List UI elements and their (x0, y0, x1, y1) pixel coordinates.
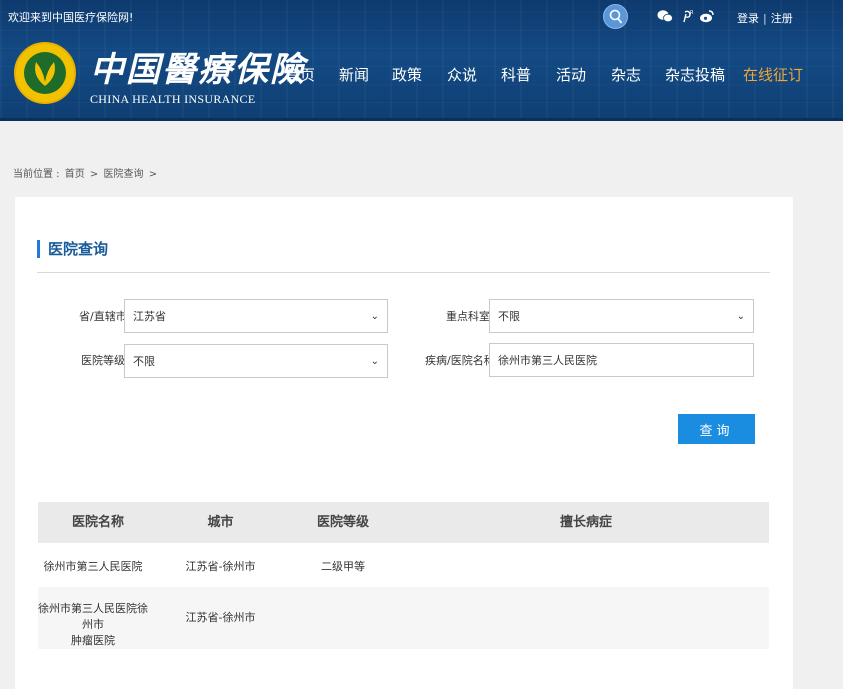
column-header-name: 医院名称 (71, 515, 124, 530)
weibo-icon[interactable] (699, 9, 715, 27)
breadcrumb-separator: > (148, 169, 158, 180)
table-row[interactable]: 徐州市第三人民医院 江苏省-徐州市 二级甲等 (38, 543, 769, 587)
nav-item-opinions[interactable]: 众说 (447, 64, 477, 85)
svg-text:R: R (690, 10, 694, 16)
login-link[interactable]: 登录 (737, 10, 759, 26)
province-select[interactable]: 江苏省 ⌄ (124, 299, 388, 333)
register-link[interactable]: 注册 (771, 10, 793, 26)
hospital-name-value: 徐州市第三人民医院 (498, 354, 597, 367)
title-divider (37, 272, 770, 273)
column-header-level: 医院等级 (316, 515, 369, 530)
nav-item-magazine[interactable]: 杂志 (611, 64, 641, 85)
wechat-icon[interactable] (657, 9, 673, 27)
page-title: 医院查询 (37, 240, 108, 258)
logo-subtitle: CHINA HEALTH INSURANCE (90, 92, 256, 106)
level-select[interactable]: 不限 ⌄ (124, 344, 388, 378)
breadcrumb-prefix: 当前位置 : (13, 169, 63, 180)
breadcrumb-separator: > (89, 169, 99, 180)
column-header-city: 城市 (207, 515, 234, 530)
cell-city: 江苏省-徐州市 (185, 611, 256, 624)
column-header-specialty: 擅长病症 (559, 515, 612, 530)
table-row[interactable]: 徐州市第三人民医院徐州市 肿瘤医院 江苏省-徐州市 (38, 587, 769, 649)
hospital-search-panel: 医院查询 省/直辖市 江苏省 ⌄ 重点科室 不限 ⌄ 医院等级 不限 ⌄ 疾病/… (15, 197, 793, 689)
chevron-down-icon: ⌄ (736, 310, 745, 322)
hospital-name-input[interactable]: 徐州市第三人民医院 (489, 343, 754, 377)
department-label: 重点科室 (446, 310, 490, 323)
nav-item-policy[interactable]: 政策 (392, 64, 422, 85)
nav-item-events[interactable]: 活动 (556, 64, 586, 85)
cell-hospital-name[interactable]: 徐州市第三人民医院徐州市 肿瘤医院 (38, 601, 148, 649)
province-value: 江苏省 (133, 310, 166, 323)
level-label: 医院等级 (81, 354, 125, 367)
nav-item-science[interactable]: 科普 (501, 64, 531, 85)
table-header: 医院名称 城市 医院等级 擅长病症 (38, 502, 769, 543)
auth-separator: | (763, 12, 767, 25)
main-nav: 首页 新闻 政策 众说 科普 活动 杂志 杂志投稿 在线征订 (0, 64, 843, 88)
query-button[interactable]: 查询 (678, 414, 755, 444)
breadcrumb: 当前位置 : 首页 > 医院查询 > (13, 165, 159, 180)
level-value: 不限 (133, 355, 155, 368)
chevron-down-icon: ⌄ (370, 310, 379, 322)
nav-item-news[interactable]: 新闻 (339, 64, 369, 85)
department-select[interactable]: 不限 ⌄ (489, 299, 754, 333)
nav-item-submission[interactable]: 杂志投稿 (665, 64, 725, 85)
name-label: 疾病/医院名称 (425, 354, 495, 367)
site-header: 欢迎来到中国医疗保险网! R 登录 | 注册 中国醫療保險 CHINA HEALTH… (0, 0, 843, 121)
auth-links: 登录 | 注册 (737, 10, 793, 26)
breadcrumb-current[interactable]: 医院查询 (104, 169, 144, 180)
breadcrumb-home[interactable]: 首页 (65, 169, 85, 180)
nav-item-subscribe[interactable]: 在线征订 (743, 64, 803, 85)
cell-hospital-name[interactable]: 徐州市第三人民医院 (38, 559, 148, 575)
search-icon (609, 9, 623, 24)
cell-level: 二级甲等 (321, 560, 365, 573)
province-label: 省/直辖市 (79, 310, 127, 323)
cell-hospital-name-line1: 徐州市第三人民医院徐州市 (38, 602, 148, 631)
cell-city: 江苏省-徐州市 (185, 560, 256, 573)
nav-item-home[interactable]: 首页 (285, 64, 315, 85)
search-button[interactable] (603, 4, 628, 29)
pinterest-icon[interactable]: R (680, 9, 694, 26)
welcome-text: 欢迎来到中国医疗保险网! (8, 11, 134, 24)
chevron-down-icon: ⌄ (370, 355, 379, 367)
department-value: 不限 (498, 310, 520, 323)
cell-hospital-name-line2: 肿瘤医院 (71, 634, 115, 647)
results-table: 医院名称 城市 医院等级 擅长病症 徐州市第三人民医院 江苏省-徐州市 二级甲等… (38, 502, 769, 649)
